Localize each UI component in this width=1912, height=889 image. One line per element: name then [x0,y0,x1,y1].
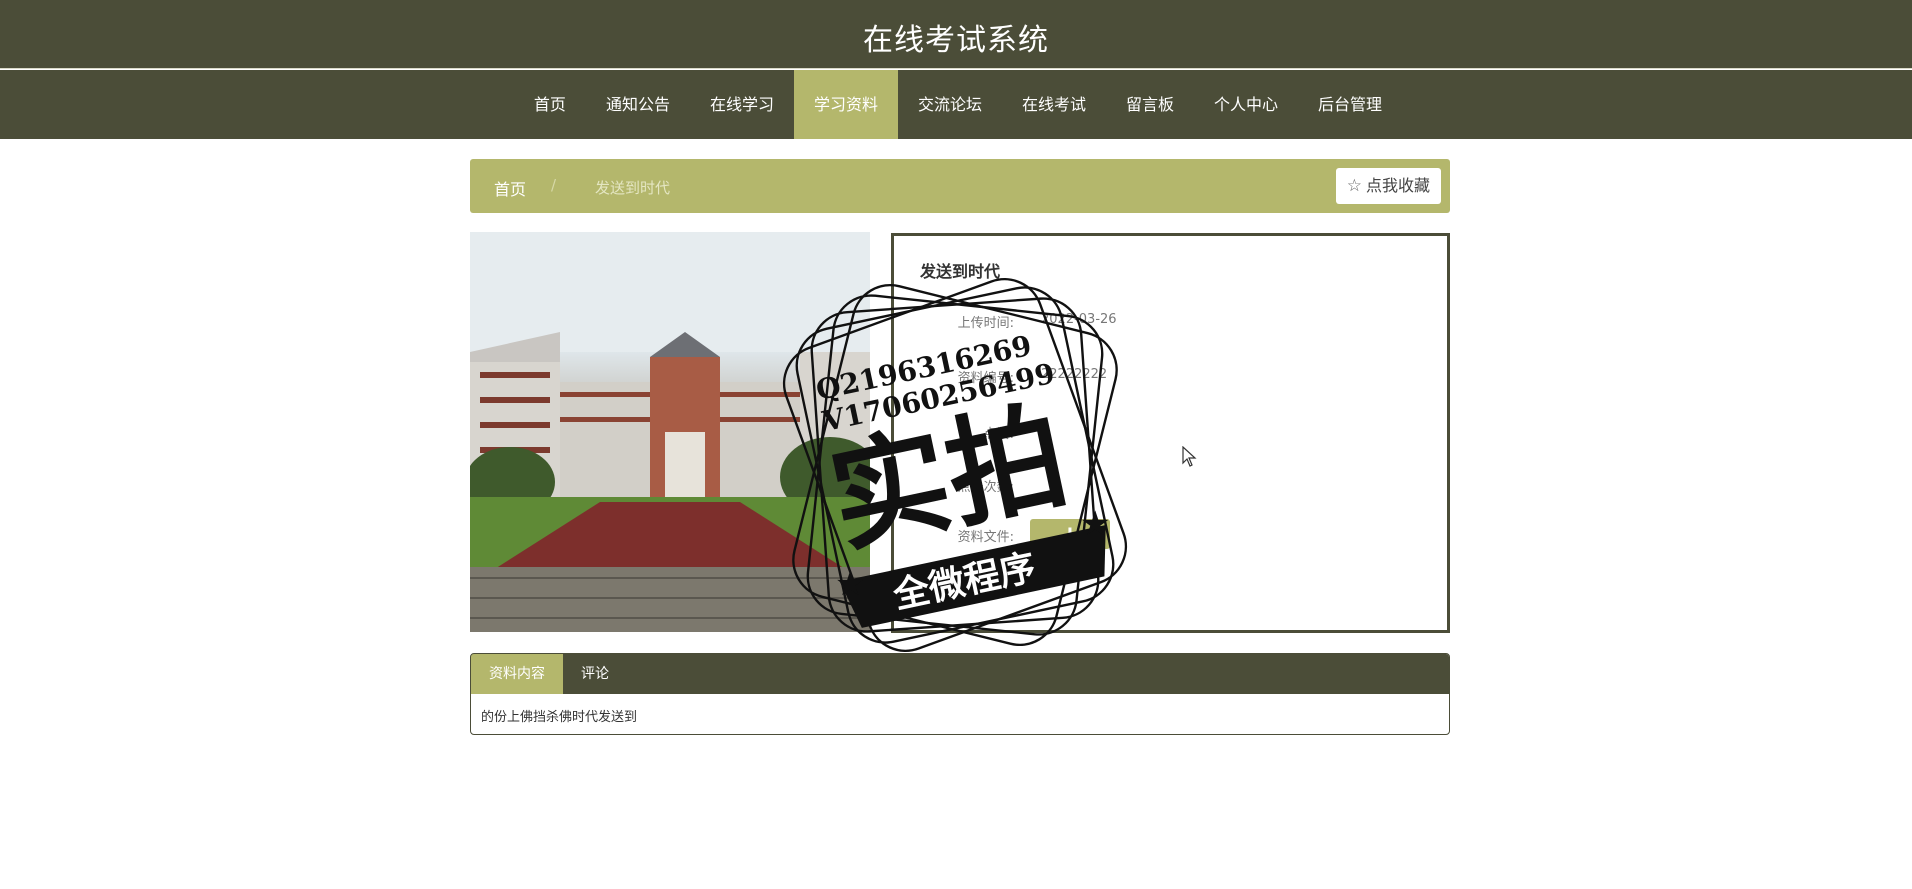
mouse-cursor-icon [1182,446,1197,467]
info-row-material-number: 资料编号: 22222222 [894,367,1194,387]
breadcrumb-separator: / [551,176,557,194]
tab[interactable]: 评论 [563,654,627,694]
material-content-text: 的份上佛挡杀佛时代发送到 [481,710,638,725]
nav-item[interactable]: 个人中心 [1194,70,1298,139]
detail-tabs-panel: 资料内容 评论 的份上佛挡杀佛时代发送到 [470,653,1450,735]
favorite-button-label: 点我收藏 [1365,176,1430,195]
info-row-likes: 点赞: 3 [894,423,1194,443]
nav-list: 首页 通知公告 在线学习 学习资料 交流论坛 在线考试 留言板 个人中心 后台管理 [0,70,1912,139]
site-header: 在线考试系统 [0,0,1912,69]
download-file-button[interactable]: ⬇ [1030,519,1110,549]
breadcrumb: 首页 / 发送到时代 ☆ 点我收藏 [470,159,1450,213]
info-value: 22222222 [1041,367,1108,382]
material-info-panel: 发送到时代 上传时间: 2022-03-26 资料编号: 22222222 点赞… [891,233,1450,633]
info-label: 资料文件: [957,530,1014,545]
info-row-clicks: 点击次数: [894,476,1194,496]
nav-item[interactable]: 交流论坛 [898,70,1002,139]
info-label: 上传时间: [957,316,1014,331]
material-title: 发送到时代 [920,262,1001,281]
breadcrumb-current: 发送到时代 [595,179,671,197]
tab[interactable]: 资料内容 [471,654,563,694]
tabs-bar: 资料内容 评论 [471,654,1449,694]
nav-item[interactable]: 留言板 [1106,70,1194,139]
nav-item[interactable]: 在线考试 [1002,70,1106,139]
nav-item[interactable]: 通知公告 [586,70,690,139]
info-row-upload-time: 上传时间: 2022-03-26 [894,312,1194,332]
main-nav: 首页 通知公告 在线学习 学习资料 交流论坛 在线考试 留言板 个人中心 后台管理 [0,70,1912,139]
site-title: 在线考试系统 [863,23,1049,58]
star-outline-icon: ☆ [1346,176,1362,196]
info-value: 3 [1041,423,1050,438]
nav-item[interactable]: 首页 [514,70,586,139]
info-label: 资料编号: [957,371,1014,386]
material-cover-image [470,232,870,632]
breadcrumb-home-link[interactable]: 首页 [494,176,526,200]
info-label: 点赞: [983,427,1014,442]
nav-item[interactable]: 学习资料 [793,70,898,139]
nav-item[interactable]: 后台管理 [1298,70,1402,139]
info-label: 点击次数: [957,480,1014,495]
favorite-button[interactable]: ☆ 点我收藏 [1335,168,1441,204]
nav-item[interactable]: 在线学习 [690,70,794,139]
info-value: 2022-03-26 [1041,312,1117,327]
campus-building-illustration [470,232,870,632]
download-icon: ⬇ [1064,526,1076,541]
